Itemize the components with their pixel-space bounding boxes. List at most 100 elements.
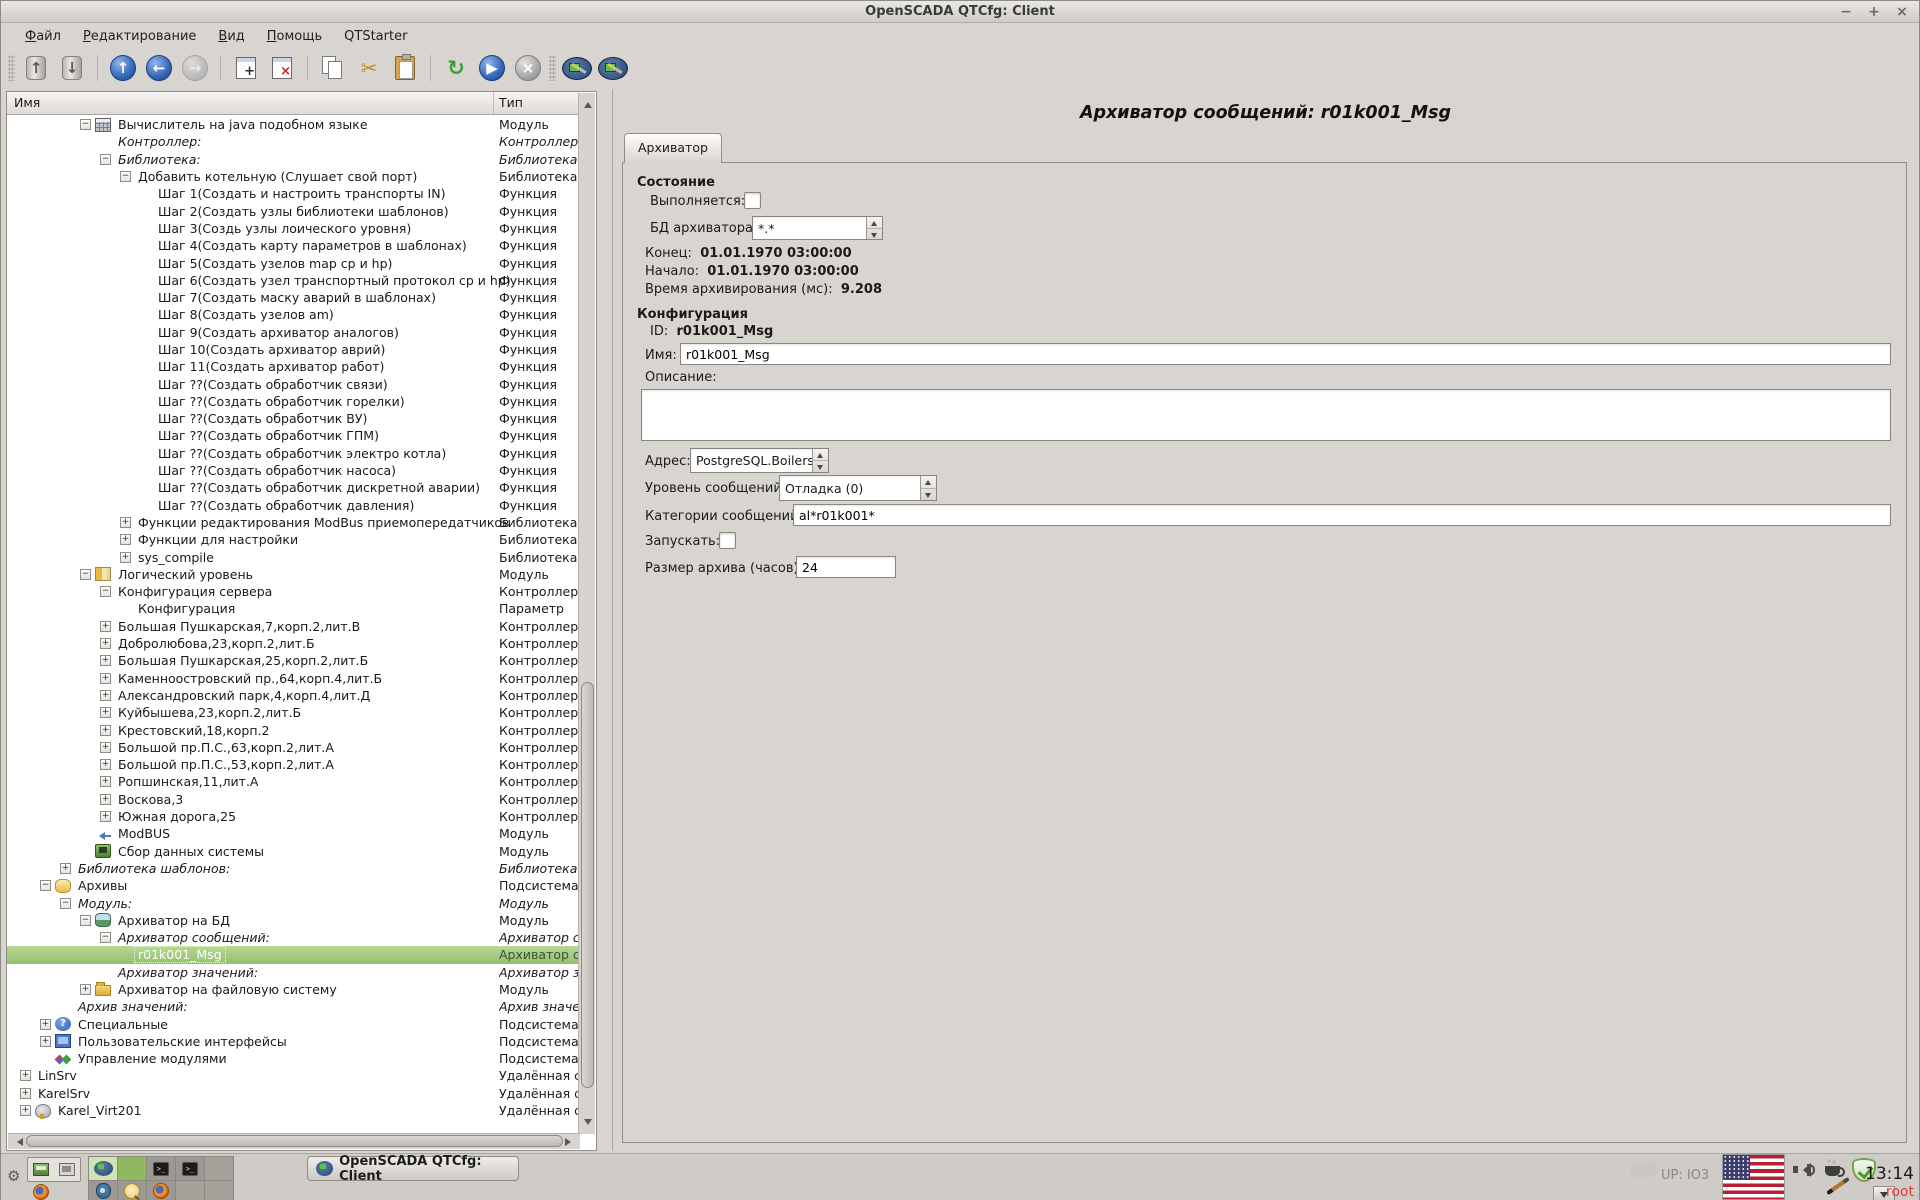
expand-icon[interactable]: + (80, 984, 91, 995)
qtcfg-app-icon[interactable] (562, 53, 592, 83)
tree-row[interactable]: Шаг 11(Создать архиватор работ)Функция (7, 358, 579, 375)
us-flag-icon[interactable] (1722, 1154, 1785, 1200)
expand-icon[interactable]: + (100, 759, 111, 770)
save-icon[interactable]: ↓ (57, 53, 87, 83)
load-icon[interactable]: ↑ (21, 53, 51, 83)
collapse-icon[interactable]: − (80, 119, 91, 130)
menu-вид[interactable]: Вид (208, 27, 254, 46)
tree-row[interactable]: Архив значений:Архив значе... (7, 998, 579, 1015)
tree-row[interactable]: Шаг 4(Создать карту параметров в шаблона… (7, 237, 579, 254)
expand-icon[interactable]: + (20, 1088, 31, 1099)
gear-icon[interactable]: ⚙ (7, 1168, 23, 1184)
pager-cell-empty[interactable] (175, 1180, 205, 1200)
tree-row[interactable]: −Модуль:Модуль (7, 894, 579, 911)
paste-icon[interactable] (390, 53, 420, 83)
spinner-icon[interactable] (866, 217, 882, 239)
tree-row[interactable]: Шаг ??(Создать обработчик насоса)Функция (7, 462, 579, 479)
app-monitor-icon[interactable] (59, 1163, 75, 1176)
tree-row[interactable]: −Добавить котельную (Слушает свой порт)Б… (7, 168, 579, 185)
tree-row[interactable]: −Архиватор сообщений:Архиватор с... (7, 929, 579, 946)
tree-row[interactable]: Шаг 7(Создать маску аварий в шаблонах)Фу… (7, 289, 579, 306)
stop-icon[interactable]: × (513, 53, 543, 83)
tree-row[interactable]: Шаг 3(Создь узлы лоического уровня)Функц… (7, 220, 579, 237)
tree-row[interactable]: КонфигурацияПараметр (7, 600, 579, 617)
taskbar-window-button[interactable]: OpenSCADA QTCfg: Client (307, 1156, 519, 1181)
tree-row[interactable]: Архиватор значений:Архиватор з... (7, 964, 579, 981)
collapse-icon[interactable]: − (40, 880, 51, 891)
tree-row[interactable]: +KarelSrvУдалённая с... (7, 1085, 579, 1102)
tree-row[interactable]: −Конфигурация сервераКонтроллер (7, 583, 579, 600)
expand-icon[interactable]: + (20, 1105, 31, 1116)
tree-row[interactable]: Шаг ??(Создать обработчик электро котла)… (7, 445, 579, 462)
tree-row[interactable]: +Куйбышева,23,корп.2,лит.БКонтроллер (7, 704, 579, 721)
pager-cell-terminal-2[interactable]: >_ (175, 1156, 205, 1181)
spinner-icon[interactable] (920, 476, 936, 500)
collapse-icon[interactable]: − (120, 171, 131, 182)
add-item-icon[interactable]: + (231, 53, 261, 83)
tree-row[interactable]: Шаг ??(Создать обработчик давления)Функц… (7, 497, 579, 514)
tree-row[interactable]: +Воскова,3Контроллер (7, 791, 579, 808)
copy-icon[interactable] (318, 53, 348, 83)
descr-textarea[interactable] (641, 389, 1891, 441)
tree-row[interactable]: +Большая Пушкарская,25,корп.2,лит.БКонтр… (7, 652, 579, 669)
expand-icon[interactable]: + (120, 552, 131, 563)
up-level-icon[interactable]: ↑ (108, 53, 138, 83)
name-input[interactable] (680, 343, 1891, 365)
pager-cell-postgres[interactable] (88, 1180, 118, 1200)
tree-row[interactable]: +Функции редактирования ModBus приемопер… (7, 514, 579, 531)
expand-icon[interactable]: + (100, 725, 111, 736)
start-icon[interactable]: ▶ (477, 53, 507, 83)
tree-row[interactable]: +Большой пр.П.С.,63,корп.2,лит.АКонтролл… (7, 739, 579, 756)
tree-row[interactable]: +Архиватор на файловую системуМодуль (7, 981, 579, 998)
tree-row[interactable]: +Ропшинская,11,лит.АКонтроллер (7, 773, 579, 790)
pager-cell-openscada[interactable] (88, 1156, 118, 1181)
expand-icon[interactable]: + (100, 794, 111, 805)
tree-row[interactable]: −Библиотека:Библиотека (7, 151, 579, 168)
clock[interactable]: 13:14 (1865, 1164, 1914, 1184)
collapse-icon[interactable]: − (100, 154, 111, 165)
expand-icon[interactable]: + (100, 811, 111, 822)
scroll-left-icon[interactable] (13, 1138, 23, 1146)
tree-row[interactable]: Шаг ??(Создать обработчик связи)Функция (7, 375, 579, 392)
expand-icon[interactable]: + (100, 673, 111, 684)
tree-row[interactable]: +СпециальныеПодсистема (7, 1015, 579, 1032)
tree-vertical-scrollbar[interactable] (578, 93, 595, 1134)
tab-archivator[interactable]: Архиватор (624, 133, 722, 163)
tree-row-selected[interactable]: r01k001_MsgАрхиватор с... (7, 946, 579, 963)
expand-icon[interactable]: + (100, 638, 111, 649)
expand-icon[interactable]: + (20, 1070, 31, 1081)
expand-icon[interactable]: + (60, 863, 71, 874)
run-checkbox[interactable] (719, 532, 736, 549)
horizontal-scroll-thumb[interactable] (26, 1135, 563, 1147)
tree-row[interactable]: Шаг 9(Создать архиватор аналогов)Функция (7, 324, 579, 341)
tree-row[interactable]: Шаг ??(Создать обработчик ВУ)Функция (7, 410, 579, 427)
expand-icon[interactable]: + (100, 776, 111, 787)
tree-row[interactable]: +Крестовский,18,корп.2Контроллер (7, 721, 579, 738)
tree-row[interactable]: Шаг 8(Создать узелов am)Функция (7, 306, 579, 323)
tree-column-name[interactable]: Имя (7, 92, 494, 114)
tree-row[interactable]: Шаг ??(Создать обработчик горелки)Функци… (7, 393, 579, 410)
tree-row[interactable]: +sys_compileБиблиотека (7, 548, 579, 565)
paintbrush-icon[interactable] (1826, 1177, 1850, 1195)
expand-icon[interactable]: + (120, 534, 131, 545)
tree-row[interactable]: Шаг ??(Создать обработчик ГПМ)Функция (7, 427, 579, 444)
expand-icon[interactable]: + (100, 707, 111, 718)
tree-row[interactable]: −Логический уровеньМодуль (7, 566, 579, 583)
tree-row[interactable]: +Пользовательские интерфейсыПодсистема (7, 1033, 579, 1050)
archiver-db-combo[interactable]: *.* (752, 216, 883, 240)
tree-row[interactable]: Шаг ??(Создать обработчик дискретной ава… (7, 479, 579, 496)
scroll-down-icon[interactable] (584, 1119, 592, 1129)
app-green-icon[interactable] (33, 1163, 49, 1176)
tree-row[interactable]: +Александровский парк,4,корп.4,лит.ДКонт… (7, 687, 579, 704)
volume-icon[interactable] (1793, 1162, 1815, 1178)
tree-row[interactable]: Сбор данных системыМодуль (7, 842, 579, 859)
tree-row[interactable]: Шаг 5(Создать узелов map cp и hp)Функция (7, 254, 579, 271)
delete-item-icon[interactable]: × (267, 53, 297, 83)
level-combo[interactable]: Отладка (0) (779, 475, 937, 501)
tree-row[interactable]: +Функции для настройкиБиблиотека (7, 531, 579, 548)
running-checkbox[interactable] (744, 192, 761, 209)
expand-icon[interactable]: + (40, 1019, 51, 1030)
cut-icon[interactable]: ✂ (354, 53, 384, 83)
collapse-icon[interactable]: − (80, 915, 91, 926)
spinner-icon[interactable] (812, 449, 828, 472)
